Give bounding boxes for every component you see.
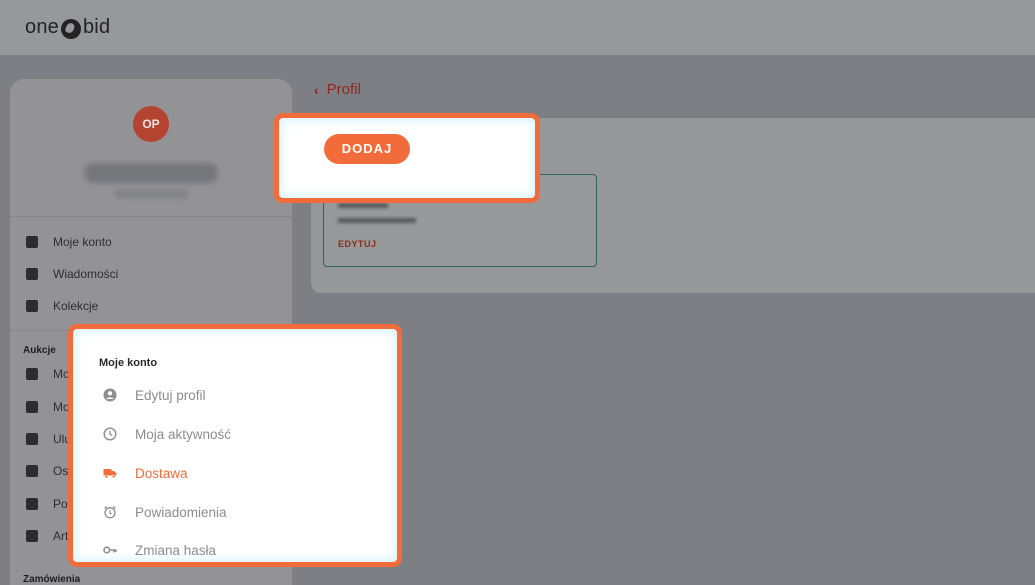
menu-item-label: Powiadomienia — [135, 504, 227, 520]
logo-text-right: bid — [82, 16, 111, 38]
highlight-account-menu: Moje konto Edytuj profil Moja aktywność … — [68, 324, 402, 567]
menu-item-activity[interactable]: Moja aktywność — [103, 424, 231, 444]
blurred-address-line — [338, 218, 416, 223]
basket-icon — [26, 401, 38, 413]
blurred-subtitle — [114, 189, 188, 199]
sidebar-item-auction-2[interactable]: Mo — [26, 397, 70, 417]
sidebar-item-auction-1[interactable]: Mo — [26, 364, 70, 384]
search-icon — [26, 498, 38, 510]
dashboard-icon — [26, 236, 38, 248]
back-link-label: Profil — [326, 81, 361, 98]
collection-icon — [26, 300, 38, 312]
logo-text-left: one — [25, 16, 59, 38]
sidebar-item-moje-konto[interactable]: Moje konto — [26, 232, 112, 252]
menu-item-label: Zmiana hasła — [135, 542, 217, 558]
menu-item-notifications[interactable]: Powiadomienia — [103, 502, 227, 522]
sidebar-item-auction-3[interactable]: Ulu — [26, 429, 71, 449]
menu-item-label: Moja aktywność — [135, 426, 232, 442]
blurred-address-line — [338, 203, 388, 208]
section-title-aukcje: Aukcje — [23, 345, 56, 356]
blurred-username — [84, 163, 218, 183]
clock-icon — [103, 427, 117, 441]
menu-item-change-password[interactable]: Zmiana hasła — [103, 540, 216, 560]
sidebar-divider — [10, 216, 292, 217]
heart-icon — [26, 530, 38, 542]
menu-title: Moje konto — [99, 357, 158, 369]
add-address-button[interactable]: DODAJ — [324, 134, 410, 164]
sidebar-item-label: Moje konto — [53, 235, 112, 249]
account-circle-icon — [103, 388, 117, 402]
sidebar-item-wiadomosci[interactable]: Wiadomości — [26, 264, 118, 284]
sidebar-item-auction-6[interactable]: Art — [26, 526, 68, 546]
sidebar-item-auction-4[interactable]: Ost — [26, 461, 72, 481]
sidebar-item-label: Kolekcje — [53, 299, 99, 313]
chevron-left-icon: ‹ — [314, 81, 319, 98]
highlight-add-button: DODAJ — [274, 113, 540, 203]
back-to-profile-link[interactable]: ‹ Profil — [314, 81, 361, 98]
truck-icon — [103, 466, 117, 480]
section-title-zamowienia: Zamówienia — [23, 574, 81, 585]
message-icon — [26, 268, 38, 280]
alarm-icon — [103, 505, 117, 519]
menu-item-label: Edytuj profil — [135, 387, 206, 403]
history-icon — [26, 465, 38, 477]
sidebar-item-auction-5[interactable]: Pos — [26, 494, 74, 514]
sidebar-item-kolekcje[interactable]: Kolekcje — [26, 296, 98, 316]
edit-address-link[interactable]: EDYTUJ — [338, 239, 377, 249]
menu-item-edit-profile[interactable]: Edytuj profil — [103, 385, 206, 405]
top-bar: one bid — [0, 0, 1035, 55]
menu-item-delivery[interactable]: Dostawa — [103, 463, 188, 483]
key-icon — [103, 543, 117, 557]
menu-item-label: Dostawa — [135, 465, 188, 481]
sidebar-item-label: Wiadomości — [53, 267, 119, 281]
sidebar-item-label: Art — [53, 529, 69, 543]
gavel-icon — [26, 368, 38, 380]
globe-icon — [60, 18, 81, 39]
onebid-logo[interactable]: one bid — [25, 16, 110, 39]
avatar[interactable]: OP — [133, 106, 169, 142]
star-icon — [26, 433, 38, 445]
